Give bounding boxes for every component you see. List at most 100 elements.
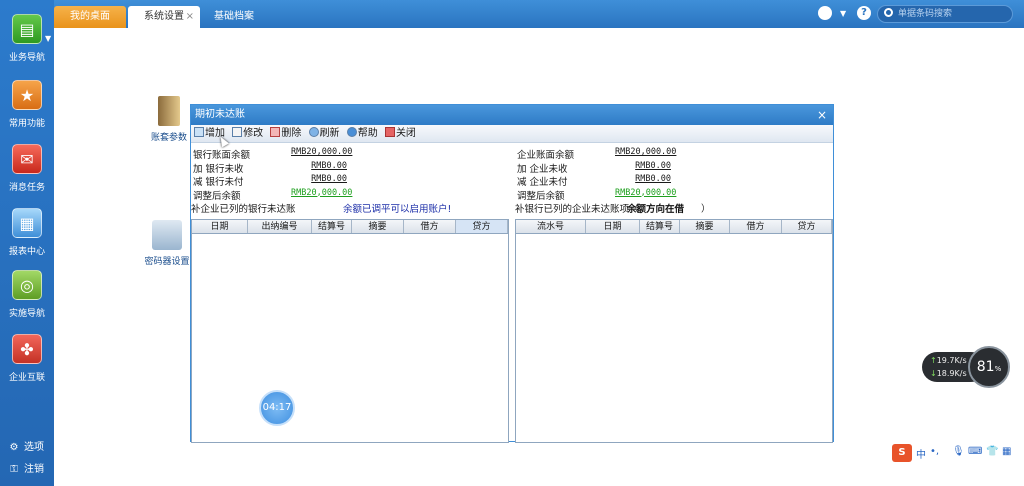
sidebar-options[interactable]: ⚙ 选项 [8,438,44,453]
summary-label: 加 银行未收 [193,163,244,175]
network-speed-widget[interactable]: ↑19.7K/s ↓18.9K/s 81% [922,346,1012,388]
tab-basic-archives[interactable]: 基础档案 [202,6,266,28]
skin-icon[interactable]: 👕 [986,446,998,457]
sidebar-item-label: 常用功能 [8,119,45,129]
column-header[interactable]: 贷方 [782,220,832,233]
add-icon [194,127,204,137]
column-header[interactable]: 出纳编号 [248,220,312,233]
column-header[interactable]: 日期 [586,220,640,233]
sidebar-item-enterprise-connect[interactable]: ✤ 企业互联 [0,334,54,392]
ime-toolbar[interactable]: S 中 •, 🎙 ⌨ 👕 ▦ [892,444,1022,462]
column-header[interactable]: 贷方 [456,220,508,233]
bank-side-section: 银行账面余额 RMB20,000.00 加 银行未收 RMB0.00 减 银行未付 R… [191,147,511,443]
sidebar-item-report-center[interactable]: ▦ 报表中心 [0,208,54,266]
summary-label: 调整后余额 [193,190,241,202]
chevron-down-icon[interactable]: ▼ [840,9,846,25]
column-header[interactable]: 结算号 [312,220,352,233]
bank-unreconciled-table[interactable]: 日期 出纳编号 结算号 摘要 借方 贷方 [191,219,509,443]
summary-value: RMB20,000.00 [291,187,353,198]
search-box[interactable] [877,5,1013,23]
edit-button[interactable]: 修改 [232,125,263,143]
sidebar-item-common-functions[interactable]: ★ 常用功能 [0,80,54,138]
balance-status: 余额已调平可以启用账户! [343,204,452,215]
sidebar-item-label: 消息任务 [8,183,45,193]
search-icon [884,8,893,17]
summary-value: RMB20,000.00 [615,187,677,198]
company-side-section: 企业账面余额 RMB20,000.00 加 企业未收 RMB0.00 减 企业未付 R… [515,147,835,443]
summary-label: 减 银行未付 [193,177,244,188]
refresh-icon [308,127,319,137]
close-icon[interactable]: × [817,105,827,125]
button-label: 帮助 [357,128,378,139]
summary-label: 企业账面余额 [517,150,575,161]
user-avatar-icon[interactable] [818,6,832,20]
summary-value: RMB20,000.00 [291,147,353,157]
sidebar-item-business-nav[interactable]: ▤ 业务导航 [0,14,54,72]
encryptor-icon [152,220,182,250]
opening-unreconciled-dialog: 期初未达账 × 增加 修改 删除 刷新 帮助 关闭 银行账面余额 RMB20,00… [190,104,835,443]
toolbox-icon[interactable]: ▦ [1002,446,1011,457]
help-button[interactable]: 帮助 [346,125,378,143]
section-note: 补银行已列的企业未达账项（ 余额方向在借 ） [515,201,835,215]
column-header[interactable]: 流水号 [516,220,586,233]
refresh-button[interactable]: 刷新 [308,125,340,143]
summary-row: 减 企业未付 RMB0.00 [515,174,835,188]
recording-timer[interactable]: 04:17 [259,390,295,426]
upload-value: 19.7 [936,356,955,365]
ime-mode[interactable]: 中 [916,446,926,461]
flowchart-icon: ▤ [12,14,42,44]
sogou-logo-icon[interactable]: S [892,444,912,462]
button-label: 关闭 [395,128,416,139]
download-value: 18.9 [936,369,955,378]
section-heading: 补企业已列的银行未达账 [191,204,296,215]
gauge-value: 81 [976,359,995,375]
summary-row: 企业账面余额 RMB20,000.00 [515,147,835,161]
download-unit: K/s [954,369,967,378]
shortcut-label: 密码器设置 [144,257,190,267]
shortcut-encryptor-settings[interactable]: 密码器设置 [140,220,194,267]
column-header[interactable]: 摘要 [352,220,404,233]
close-button[interactable]: 关闭 [384,125,416,143]
table-header: 流水号 日期 结算号 摘要 借方 贷方 [516,220,832,234]
balance-direction: 余额方向在借 [627,204,685,215]
delete-button[interactable]: 删除 [270,125,301,143]
connect-icon: ✤ [12,334,42,364]
tab-close-icon[interactable]: × [186,6,194,28]
section-heading-end: ） [701,204,711,215]
dialog-toolbar: 增加 修改 删除 刷新 帮助 关闭 [191,125,833,143]
keyboard-icon[interactable]: ⌨ [968,446,982,457]
column-header[interactable]: 借方 [404,220,456,233]
memory-usage-gauge: 81% [968,346,1010,388]
delete-icon [270,127,281,137]
column-header[interactable]: 日期 [192,220,248,233]
tab-label: 基础档案 [214,11,254,22]
sidebar-logout[interactable]: ⚿ 注销 [8,460,44,475]
summary-row: 加 企业未收 RMB0.00 [515,161,835,175]
tab-my-desktop[interactable]: 我的桌面 [54,6,126,28]
expand-arrow-icon[interactable]: ▼ [45,34,51,43]
punctuation-icon[interactable]: •, [930,446,939,457]
summary-label: 银行账面余额 [193,150,251,161]
sidebar-item-label: 选项 [24,442,44,453]
summary-row: 银行账面余额 RMB20,000.00 [191,147,511,161]
summary-label: 减 企业未付 [517,177,568,188]
sidebar-item-messages[interactable]: ✉ 消息任务 [0,144,54,202]
column-header[interactable]: 结算号 [640,220,680,233]
table-header: 日期 出纳编号 结算号 摘要 借方 贷方 [192,220,508,234]
summary-value: RMB0.00 [635,160,671,171]
column-header[interactable]: 摘要 [680,220,730,233]
microphone-icon[interactable]: 🎙 [952,446,965,457]
tab-system-settings[interactable]: 系统设置 × [128,6,200,28]
summary-value: RMB20,000.00 [615,147,677,157]
button-label: 删除 [281,128,302,139]
summary-label: 调整后余额 [517,190,565,202]
help-icon[interactable]: ? [857,6,871,20]
search-input[interactable] [898,7,1008,21]
summary-row: 加 银行未收 RMB0.00 [191,161,511,175]
sidebar-item-implementation-nav[interactable]: ◎ 实施导航 [0,270,54,328]
summary-value: RMB0.00 [311,160,347,171]
shortcut-account-params[interactable]: 账套参数 [144,96,194,143]
tab-label: 系统设置 [144,11,184,22]
column-header[interactable]: 借方 [730,220,782,233]
company-unreconciled-table[interactable]: 流水号 日期 结算号 摘要 借方 贷方 [515,219,833,443]
